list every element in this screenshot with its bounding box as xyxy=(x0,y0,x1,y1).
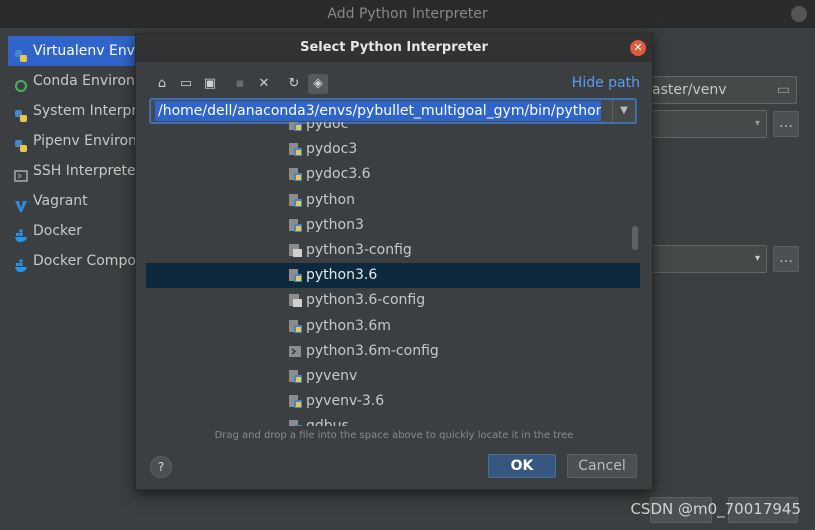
sidebar-item-label: Conda Environment xyxy=(33,73,148,89)
tree-item-label: qdbus xyxy=(306,414,349,426)
outer-window-title: Add Python Interpreter xyxy=(0,0,815,28)
path-history-chevron-icon[interactable]: ▼ xyxy=(612,100,635,122)
tree-scrollbar-thumb[interactable] xyxy=(632,226,638,250)
sidebar-item-7[interactable]: Docker Compose xyxy=(8,246,148,276)
python-file-icon xyxy=(289,218,302,232)
tree-row[interactable]: python3.6m xyxy=(146,314,640,339)
tree-row[interactable]: pydoc3 xyxy=(146,137,640,162)
tree-row[interactable]: pyvenv-3.6 xyxy=(146,389,640,414)
sidebar-item-label: Docker xyxy=(33,223,83,239)
sidebar-item-1[interactable]: Conda Environment xyxy=(8,66,148,96)
python-file-icon xyxy=(289,395,302,409)
sidebar-item-label: Vagrant xyxy=(33,193,88,209)
tree-item-label: pyvenv-3.6 xyxy=(306,393,385,410)
sidebar-item-3[interactable]: Pipenv Environment xyxy=(8,126,148,156)
refresh-icon[interactable]: ↻ xyxy=(284,74,304,94)
chevron-down-icon[interactable]: ▾ xyxy=(755,111,760,137)
tree-item-label: pydoc3.6 xyxy=(306,166,371,183)
delete-icon[interactable]: ✕ xyxy=(254,74,274,94)
script-file-icon xyxy=(289,294,302,308)
dialog-title: Select Python Interpreter xyxy=(136,34,652,62)
tree-item-label: python3.6m xyxy=(306,317,391,334)
base-interpreter-field[interactable]: ▾ xyxy=(645,110,767,138)
python-icon xyxy=(14,44,28,62)
tree-item-label: python3 xyxy=(306,216,364,233)
tree-item-label: python3.6 xyxy=(306,267,378,284)
folder-icon[interactable]: ▭ xyxy=(777,77,790,103)
tree-item-label: pydoc xyxy=(306,122,349,132)
location-field[interactable]: aster/venv ▭ xyxy=(645,76,797,104)
python-file-icon xyxy=(289,193,302,207)
tree-item-label: python xyxy=(306,191,355,208)
sidebar-item-label: Docker Compose xyxy=(33,253,148,269)
tree-item-label: pydoc3 xyxy=(306,141,358,158)
tree-row[interactable]: python3 xyxy=(146,213,640,238)
dialog-close-icon[interactable]: ✕ xyxy=(630,40,646,56)
cancel-button[interactable]: Cancel xyxy=(567,454,637,478)
tree-row[interactable]: qdbus xyxy=(146,414,640,426)
sidebar-item-4[interactable]: SSH Interpreter xyxy=(8,156,148,186)
tree-row[interactable]: pydoc xyxy=(146,122,640,137)
script-file-icon xyxy=(289,244,302,257)
drag-drop-hint: Drag and drop a file into the space abov… xyxy=(214,430,574,441)
tree-item-label: pyvenv xyxy=(306,368,358,384)
pipenv-icon xyxy=(14,134,28,152)
hide-path-link[interactable]: Hide path xyxy=(572,75,640,91)
ok-button[interactable]: OK xyxy=(488,454,556,478)
outer-close-icon[interactable] xyxy=(791,6,807,22)
location-value: aster/venv xyxy=(652,82,727,98)
conda-icon xyxy=(14,74,28,92)
docker-icon xyxy=(14,254,28,272)
chevron-down-icon[interactable]: ▾ xyxy=(755,246,760,272)
tree-row[interactable]: python3.6 xyxy=(146,263,640,289)
file-tree[interactable]: pydoc pydoc3 pydoc3.6 python python3 python3-… xyxy=(146,122,640,426)
sidebar-item-6[interactable]: Docker xyxy=(8,216,148,246)
python-file-icon xyxy=(289,319,302,333)
interpreter-type-list: Virtualenv Environment Conda Environment S… xyxy=(8,36,148,276)
sidebar-item-2[interactable]: System Interpreter xyxy=(8,96,148,126)
interpreter-select-field[interactable]: ▾ xyxy=(645,245,767,273)
python-file-icon xyxy=(289,143,302,157)
watermark-text: CSDN @m0_70017945 xyxy=(630,500,801,518)
desktop-icon[interactable]: ▭ xyxy=(176,74,196,94)
terminal-file-icon xyxy=(289,345,302,358)
select-interpreter-dialog: Select Python Interpreter ✕ ⌂ ▭ ▣ ▪ ✕ ↻ ◈ Hide… xyxy=(135,33,653,490)
tree-row[interactable]: pyvenv xyxy=(146,364,640,389)
python-file-icon xyxy=(289,370,302,383)
tree-row[interactable]: python3.6-config xyxy=(146,288,640,313)
python-icon xyxy=(14,104,28,122)
tree-item-label: python3-config xyxy=(306,242,412,258)
tree-row[interactable]: pydoc3.6 xyxy=(146,162,640,187)
browse-button-2[interactable]: … xyxy=(773,246,799,272)
docker-icon xyxy=(14,224,28,242)
help-button[interactable]: ? xyxy=(150,456,172,478)
tree-row[interactable]: python3-config xyxy=(146,238,640,263)
tree-item-label: python3.6-config xyxy=(306,292,426,309)
show-hidden-icon[interactable]: ◈ xyxy=(308,74,328,94)
sidebar-item-label: Pipenv Environment xyxy=(33,133,148,149)
sidebar-item-label: Virtualenv Environment xyxy=(33,43,148,59)
home-icon[interactable]: ⌂ xyxy=(152,74,172,94)
sidebar-item-0[interactable]: Virtualenv Environment xyxy=(8,36,148,66)
python-file-icon xyxy=(289,420,302,426)
new-folder-icon[interactable]: ▪ xyxy=(230,74,250,94)
python-file-icon xyxy=(289,122,302,131)
project-folder-icon[interactable]: ▣ xyxy=(200,74,220,94)
python-file-icon xyxy=(289,168,302,182)
sidebar-item-label: SSH Interpreter xyxy=(33,163,142,179)
python-file-icon xyxy=(289,269,302,283)
browse-button[interactable]: … xyxy=(773,111,799,137)
tree-item-label: python3.6m-config xyxy=(306,342,439,359)
vagrant-icon xyxy=(14,194,28,212)
sidebar-item-5[interactable]: Vagrant xyxy=(8,186,148,216)
sidebar-item-label: System Interpreter xyxy=(33,103,148,119)
path-input-value[interactable]: /home/dell/anaconda3/envs/pybullet_multi… xyxy=(155,101,601,121)
ssh-icon xyxy=(14,164,28,182)
tree-row[interactable]: python xyxy=(146,188,640,213)
tree-row[interactable]: python3.6m-config xyxy=(146,339,640,364)
path-input[interactable]: /home/dell/anaconda3/envs/pybullet_multi… xyxy=(149,98,637,124)
